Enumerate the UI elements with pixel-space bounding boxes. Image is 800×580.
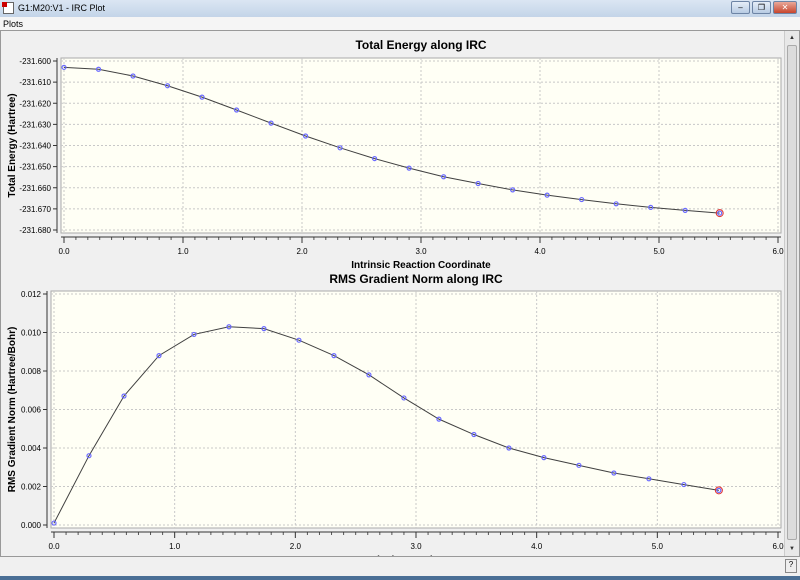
y-tick-label: -231.640 bbox=[19, 142, 51, 151]
x-tick-label: 2.0 bbox=[296, 247, 308, 256]
x-tick-label: 3.0 bbox=[410, 542, 422, 551]
y-tick-label: -231.600 bbox=[19, 57, 51, 66]
menu-bar: Plots bbox=[0, 17, 800, 30]
scroll-thumb[interactable] bbox=[787, 45, 797, 540]
y-tick-label: 0.000 bbox=[21, 521, 42, 530]
chart-2: RMS Gradient Norm along IRC 0.0 1.0 2.0 3.0 4… bbox=[7, 272, 784, 556]
scroll-up-icon[interactable]: ▲ bbox=[785, 32, 799, 44]
y-tick-label: -231.610 bbox=[19, 78, 51, 87]
y-axis-label: RMS Gradient Norm (Hartree/Bohr) bbox=[7, 327, 18, 493]
y-tick-label: 0.002 bbox=[21, 483, 42, 492]
window-title: G1:M20:V1 - IRC Plot bbox=[18, 3, 106, 13]
y-tick-label: -231.620 bbox=[19, 99, 51, 108]
plot-panel: Total Energy along IRC 0.0 1.0 2.0 3.0 4.0 5.0… bbox=[0, 30, 800, 557]
vertical-scrollbar[interactable]: ▲ ▼ bbox=[784, 31, 799, 556]
status-bar: ? bbox=[0, 557, 800, 576]
x-tick-label: 2.0 bbox=[290, 542, 302, 551]
y-tick-label: -231.670 bbox=[19, 205, 51, 214]
x-tick-label: 1.0 bbox=[177, 247, 189, 256]
y-tick-label: 0.008 bbox=[21, 367, 42, 376]
y-tick-label: -231.680 bbox=[19, 226, 51, 235]
y-tick-label: 0.006 bbox=[21, 406, 42, 415]
y-tick-label: -231.630 bbox=[19, 120, 51, 129]
x-tick-label: 6.0 bbox=[772, 247, 784, 256]
minimize-button[interactable]: – bbox=[731, 1, 750, 14]
plots-canvas: Total Energy along IRC 0.0 1.0 2.0 3.0 4.0 5.0… bbox=[7, 38, 784, 556]
x-tick-label: 6.0 bbox=[772, 542, 784, 551]
x-tick-label: 0.0 bbox=[48, 542, 60, 551]
x-tick-label: 5.0 bbox=[652, 542, 664, 551]
hint-icon[interactable]: ? bbox=[785, 559, 797, 573]
scroll-down-icon[interactable]: ▼ bbox=[785, 543, 799, 555]
y-tick-label: 0.010 bbox=[21, 329, 42, 338]
x-axis-label: Intrinsic Reaction Coordinate bbox=[351, 260, 491, 271]
taskbar bbox=[0, 576, 800, 580]
x-tick-label: 4.0 bbox=[534, 247, 546, 256]
chart-title: Total Energy along IRC bbox=[355, 38, 486, 52]
restore-button[interactable]: ❐ bbox=[752, 1, 771, 14]
chart-1: Total Energy along IRC 0.0 1.0 2.0 3.0 4.0 5.0… bbox=[7, 38, 784, 271]
y-tick-label: -231.660 bbox=[19, 184, 51, 193]
x-tick-label: 0.0 bbox=[58, 247, 70, 256]
app-icon bbox=[2, 2, 14, 14]
y-tick-label: -231.650 bbox=[19, 163, 51, 172]
x-tick-label: 4.0 bbox=[531, 542, 543, 551]
y-tick-label: 0.004 bbox=[21, 444, 42, 453]
chart-title: RMS Gradient Norm along IRC bbox=[329, 272, 503, 286]
x-tick-label: 5.0 bbox=[653, 247, 665, 256]
y-axis-label: Total Energy (Hartree) bbox=[7, 93, 18, 197]
title-bar: G1:M20:V1 - IRC Plot – ❐ ✕ bbox=[0, 0, 800, 17]
x-tick-label: 3.0 bbox=[415, 247, 427, 256]
y-tick-label: 0.012 bbox=[21, 290, 42, 299]
menu-plots[interactable]: Plots bbox=[3, 19, 23, 29]
close-button[interactable]: ✕ bbox=[773, 1, 797, 14]
x-tick-label: 1.0 bbox=[169, 542, 181, 551]
